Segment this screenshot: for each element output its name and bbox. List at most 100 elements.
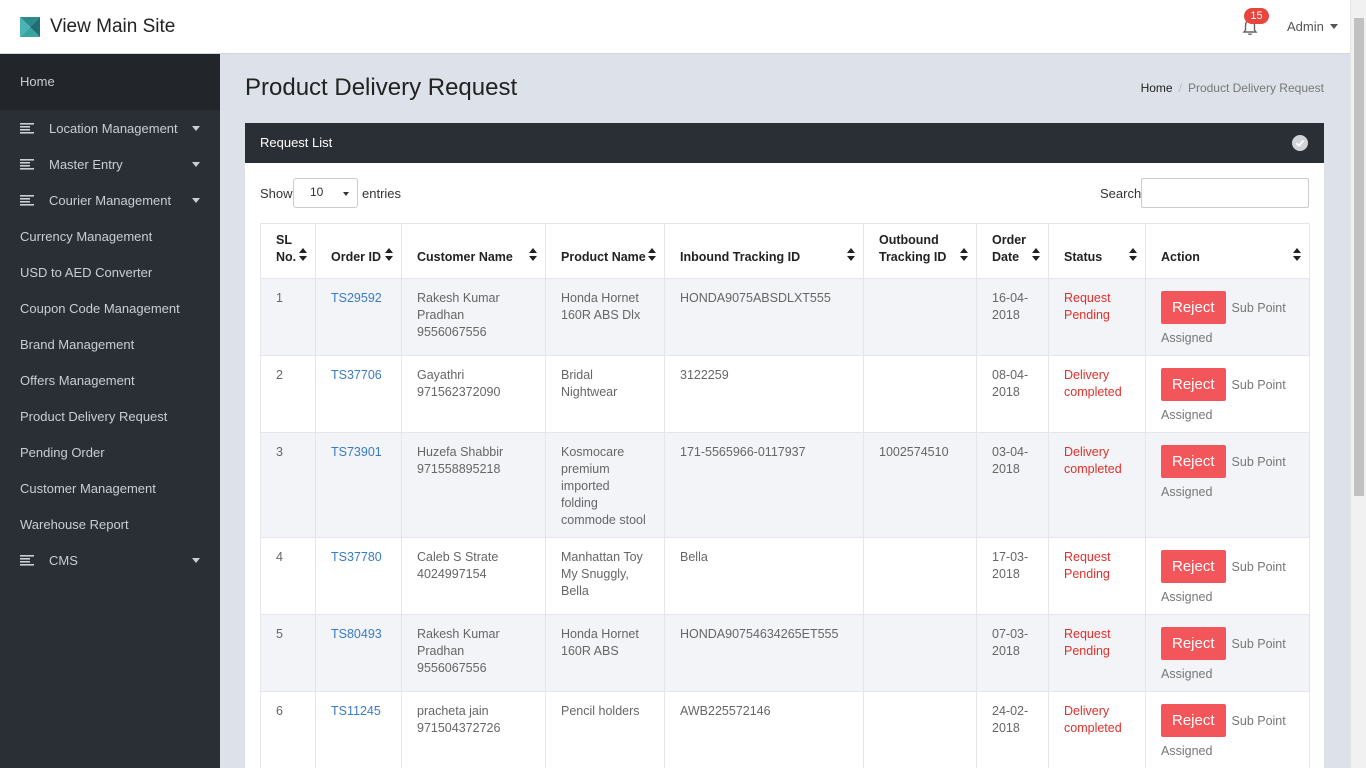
status-text: Delivery completed <box>1064 368 1122 399</box>
column-header-action[interactable]: Action <box>1145 223 1310 279</box>
cell-sl-no: 4 <box>260 537 316 615</box>
cell-order-date: 17-03-2018 <box>976 537 1049 615</box>
order-id-link[interactable]: TS11245 <box>331 704 381 718</box>
sort-icon <box>1032 248 1040 261</box>
reject-button[interactable]: Reject <box>1161 550 1226 583</box>
reject-button[interactable]: Reject <box>1161 627 1226 660</box>
cell-order-id: TS37706 <box>315 355 402 433</box>
assigned-text: Assigned <box>1161 331 1213 345</box>
sidebar-item-brand-management[interactable]: Brand Management <box>0 326 220 362</box>
breadcrumb-home-link[interactable]: Home <box>1141 81 1173 95</box>
lines-icon <box>20 194 34 206</box>
reject-button[interactable]: Reject <box>1161 445 1226 478</box>
cell-order-id: TS80493 <box>315 614 402 692</box>
scrollbar-thumb[interactable] <box>1354 18 1364 496</box>
cell-customer-name: pracheta jain 971504372726 <box>401 691 546 768</box>
column-header-inbound-tracking-id[interactable]: Inbound Tracking ID <box>664 223 864 279</box>
chevron-down-icon <box>192 558 200 563</box>
cell-status: Request Pending <box>1048 537 1146 615</box>
cell-inbound-tracking-id: HONDA9075ABSDLXT555 <box>664 278 864 356</box>
chevron-down-icon <box>192 198 200 203</box>
reject-button[interactable]: Reject <box>1161 368 1226 401</box>
top-navbar: View Main Site 15 Admin <box>0 0 1350 54</box>
order-id-link[interactable]: TS80493 <box>331 627 382 641</box>
sidebar-item-warehouse-report[interactable]: Warehouse Report <box>0 506 220 542</box>
order-id-link[interactable]: TS37780 <box>331 550 382 564</box>
cell-sl-no: 2 <box>260 355 316 433</box>
check-circle-icon[interactable] <box>1292 135 1308 151</box>
order-id-link[interactable]: TS73901 <box>331 445 382 459</box>
search-input[interactable] <box>1141 178 1309 208</box>
column-header-customer-name[interactable]: Customer Name <box>401 223 546 279</box>
sidebar-item-pending-order[interactable]: Pending Order <box>0 434 220 470</box>
header-label: Order Date <box>992 233 1027 264</box>
cell-order-id: TS37780 <box>315 537 402 615</box>
cell-product-name: Manhattan Toy My Snuggly, Bella <box>545 537 665 615</box>
table-header-row: SL No. Order ID Customer Name Product Na… <box>260 223 1310 279</box>
lines-icon <box>20 158 34 170</box>
cell-sl-no: 6 <box>260 691 316 768</box>
sidebar-item-home[interactable]: Home <box>0 54 220 110</box>
status-text: Request Pending <box>1064 291 1111 322</box>
cell-customer-name: Gayathri 971562372090 <box>401 355 546 433</box>
sort-icon <box>1129 248 1137 261</box>
column-header-outbound-tracking-id[interactable]: Outbound Tracking ID <box>863 223 977 279</box>
breadcrumb-current: Product Delivery Request <box>1187 81 1324 95</box>
cell-outbound-tracking-id <box>863 614 977 692</box>
sidebar-item-location-management[interactable]: Location Management <box>0 110 220 146</box>
sidebar-item-usd-to-aed-converter[interactable]: USD to AED Converter <box>0 254 220 290</box>
column-header-product-name[interactable]: Product Name <box>545 223 665 279</box>
page-length-select[interactable]: 10 <box>293 178 358 208</box>
sort-icon <box>1293 248 1301 261</box>
sort-icon <box>529 248 537 261</box>
user-menu[interactable]: Admin <box>1287 19 1338 34</box>
header-label: Order ID <box>331 250 382 264</box>
sidebar-item-cms[interactable]: CMS <box>0 542 220 578</box>
order-id-link[interactable]: TS37706 <box>331 368 382 382</box>
cell-action: Reject Sub Point Assigned <box>1145 278 1310 356</box>
cell-inbound-tracking-id: 3122259 <box>664 355 864 433</box>
notification-badge[interactable]: 15 <box>1244 8 1269 24</box>
header-label: Status <box>1064 250 1103 264</box>
sidebar-item-currency-management[interactable]: Currency Management <box>0 218 220 254</box>
column-header-order-date[interactable]: Order Date <box>976 223 1049 279</box>
assigned-text: Assigned <box>1161 744 1213 758</box>
cell-status: Delivery completed <box>1048 432 1146 538</box>
sidebar-item-customer-management[interactable]: Customer Management <box>0 470 220 506</box>
chevron-down-icon <box>192 162 200 167</box>
cell-inbound-tracking-id: AWB225572146 <box>664 691 864 768</box>
header-label: Outbound Tracking ID <box>879 233 947 264</box>
order-id-link[interactable]: TS29592 <box>331 291 382 305</box>
sidebar-item-offers-management[interactable]: Offers Management <box>0 362 220 398</box>
entries-label: entries <box>362 186 402 201</box>
sidebar-item-label: Courier Management <box>49 192 172 208</box>
page-length-value: 10 <box>310 185 324 199</box>
column-header-status[interactable]: Status <box>1048 223 1146 279</box>
sidebar-item-coupon-code-management[interactable]: Coupon Code Management <box>0 290 220 326</box>
table-row: 2 TS37706 Gayathri 971562372090 Bridal N… <box>260 355 1310 433</box>
sub-point-text: Sub Point <box>1231 455 1286 469</box>
cell-order-date: 03-04-2018 <box>976 432 1049 538</box>
column-header-order-id[interactable]: Order ID <box>315 223 402 279</box>
page-scrollbar[interactable] <box>1350 0 1366 768</box>
header-label: Product Name <box>561 250 646 264</box>
column-header-sl-no[interactable]: SL No. <box>260 223 316 279</box>
sidebar-item-master-entry[interactable]: Master Entry <box>0 146 220 182</box>
cell-customer-name: Rakesh Kumar Pradhan 9556067556 <box>401 614 546 692</box>
sidebar-item-product-delivery-request[interactable]: Product Delivery Request <box>0 398 220 434</box>
cell-order-id: TS11245 <box>315 691 402 768</box>
cell-outbound-tracking-id <box>863 691 977 768</box>
reject-button[interactable]: Reject <box>1161 291 1226 324</box>
status-text: Request Pending <box>1064 550 1111 581</box>
cell-inbound-tracking-id: HONDA90754634265ET555 <box>664 614 864 692</box>
header-label: Customer Name <box>417 250 513 264</box>
cell-customer-name: Rakesh Kumar Pradhan 9556067556 <box>401 278 546 356</box>
brand-link[interactable]: View Main Site <box>20 16 175 38</box>
breadcrumb: Home / Product Delivery Request <box>1141 81 1324 95</box>
cell-outbound-tracking-id: 1002574510 <box>863 432 977 538</box>
table-row: 1 TS29592 Rakesh Kumar Pradhan 955606755… <box>260 278 1310 356</box>
sidebar-item-courier-management[interactable]: Courier Management <box>0 182 220 218</box>
sub-point-text: Sub Point <box>1231 301 1286 315</box>
cell-product-name: Kosmocare premium imported folding commo… <box>545 432 665 538</box>
reject-button[interactable]: Reject <box>1161 704 1226 737</box>
